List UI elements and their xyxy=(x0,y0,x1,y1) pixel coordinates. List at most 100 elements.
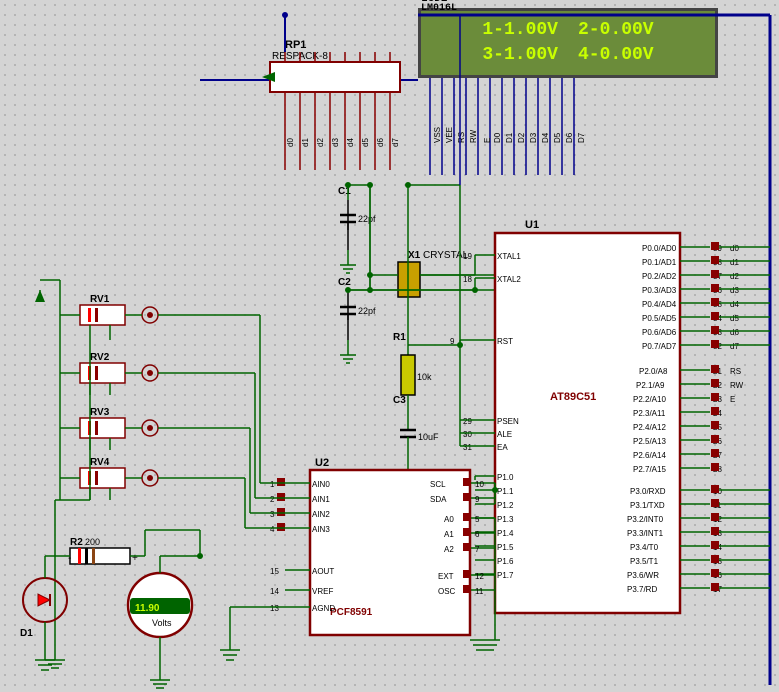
svg-text:P3.3/INT1: P3.3/INT1 xyxy=(627,529,664,538)
svg-text:3: 3 xyxy=(270,510,275,519)
svg-text:XTAL1: XTAL1 xyxy=(497,252,521,261)
svg-text:d6: d6 xyxy=(730,328,739,337)
svg-text:AIN2: AIN2 xyxy=(312,510,330,519)
svg-text:d4: d4 xyxy=(346,138,355,147)
svg-text:E: E xyxy=(730,395,735,404)
svg-text:P1.0: P1.0 xyxy=(497,473,514,482)
voltmeter-value: 11.90 xyxy=(135,603,160,614)
svg-text:d3: d3 xyxy=(331,138,340,147)
rv3-id: RV3 xyxy=(90,407,110,418)
svg-text:P3.7/RD: P3.7/RD xyxy=(627,585,657,594)
svg-text:6: 6 xyxy=(475,530,480,539)
u1-id: U1 xyxy=(525,219,539,231)
c2-value: 22pf xyxy=(358,306,376,316)
rp1-body xyxy=(270,62,400,92)
svg-text:d5: d5 xyxy=(361,138,370,147)
svg-text:P1.5: P1.5 xyxy=(497,543,514,552)
svg-text:XTAL2: XTAL2 xyxy=(497,275,521,284)
svg-text:RST: RST xyxy=(497,337,513,346)
svg-text:+: + xyxy=(132,553,138,564)
svg-text:E: E xyxy=(483,138,492,143)
svg-text:P1.6: P1.6 xyxy=(497,557,514,566)
svg-text:ALE: ALE xyxy=(497,430,512,439)
svg-text:AIN3: AIN3 xyxy=(312,525,330,534)
r2-value: 200 xyxy=(85,537,100,547)
rv4-id: RV4 xyxy=(90,457,110,468)
svg-text:AIN1: AIN1 xyxy=(312,495,330,504)
svg-text:d7: d7 xyxy=(730,342,739,351)
svg-text:P3.1/TXD: P3.1/TXD xyxy=(630,501,665,510)
svg-text:30: 30 xyxy=(463,430,472,439)
svg-text:d1: d1 xyxy=(301,138,310,147)
svg-text:d2: d2 xyxy=(316,138,325,147)
svg-text:A2: A2 xyxy=(444,545,454,554)
svg-text:d0: d0 xyxy=(730,244,739,253)
svg-text:P2.5/A13: P2.5/A13 xyxy=(633,437,666,446)
rv1-body xyxy=(80,305,125,325)
svg-text:OSC: OSC xyxy=(438,587,456,596)
svg-text:11: 11 xyxy=(475,587,484,596)
x1-label: CRYSTAL xyxy=(423,250,469,261)
svg-text:15: 15 xyxy=(270,567,279,576)
rv4-body xyxy=(80,468,125,488)
svg-text:AIN0: AIN0 xyxy=(312,480,330,489)
svg-text:P2.0/A8: P2.0/A8 xyxy=(639,367,668,376)
svg-text:9: 9 xyxy=(475,495,480,504)
rv3-body xyxy=(80,418,125,438)
svg-text:P0.1/AD1: P0.1/AD1 xyxy=(642,258,677,267)
rv2-id: RV2 xyxy=(90,352,110,363)
svg-text:d3: d3 xyxy=(730,286,739,295)
svg-text:d1: d1 xyxy=(730,258,739,267)
svg-text:RS: RS xyxy=(457,132,466,143)
svg-text:P2.1/A9: P2.1/A9 xyxy=(636,381,665,390)
c1-value: 22pf xyxy=(358,214,376,224)
svg-text:P0.0/AD0: P0.0/AD0 xyxy=(642,244,677,253)
svg-text:P2.4/A12: P2.4/A12 xyxy=(633,423,666,432)
svg-text:D2: D2 xyxy=(517,132,526,143)
svg-text:P1.7: P1.7 xyxy=(497,571,514,580)
svg-text:10: 10 xyxy=(475,480,484,489)
svg-text:P0.4/AD4: P0.4/AD4 xyxy=(642,300,677,309)
svg-text:18: 18 xyxy=(463,275,472,284)
r1-id: R1 xyxy=(393,332,406,343)
svg-text:D7: D7 xyxy=(577,132,586,143)
svg-text:P1.3: P1.3 xyxy=(497,515,514,524)
svg-text:14: 14 xyxy=(270,587,279,596)
schematic-svg: RP1 RESPACK-8 d0 d1 d2 d3 d4 d5 d6 d7 xyxy=(0,0,779,692)
x1-id: X1 xyxy=(408,250,421,261)
rv1-id: RV1 xyxy=(90,294,110,305)
voltmeter-unit: Volts xyxy=(152,618,172,628)
svg-text:7: 7 xyxy=(475,545,480,554)
d1-id: D1 xyxy=(20,628,33,639)
svg-text:d7: d7 xyxy=(391,138,400,147)
svg-text:PSEN: PSEN xyxy=(497,417,519,426)
svg-text:12: 12 xyxy=(475,572,484,581)
svg-text:P0.7/AD7: P0.7/AD7 xyxy=(642,342,677,351)
svg-text:P0.2/AD2: P0.2/AD2 xyxy=(642,272,677,281)
svg-text:2: 2 xyxy=(270,495,275,504)
svg-text:P0.6/AD6: P0.6/AD6 xyxy=(642,328,677,337)
svg-text:D5: D5 xyxy=(553,132,562,143)
svg-text:d4: d4 xyxy=(730,300,739,309)
svg-text:P2.2/A10: P2.2/A10 xyxy=(633,395,666,404)
svg-text:d5: d5 xyxy=(730,314,739,323)
svg-text:D0: D0 xyxy=(493,132,502,143)
crystal-body xyxy=(398,262,420,297)
svg-text:P3.6/WR: P3.6/WR xyxy=(627,571,659,580)
svg-text:31: 31 xyxy=(463,443,472,452)
svg-text:P3.5/T1: P3.5/T1 xyxy=(630,557,659,566)
svg-text:D4: D4 xyxy=(541,132,550,143)
svg-text:P2.7/A15: P2.7/A15 xyxy=(633,465,666,474)
svg-text:D6: D6 xyxy=(565,132,574,143)
u2-id: U2 xyxy=(315,457,329,469)
svg-text:P0.3/AD3: P0.3/AD3 xyxy=(642,286,677,295)
rv2-body xyxy=(80,363,125,383)
svg-text:VSS: VSS xyxy=(433,127,442,143)
svg-text:EA: EA xyxy=(497,443,508,452)
svg-text:d2: d2 xyxy=(730,272,739,281)
u1-chip-label: AT89C51 xyxy=(550,391,596,403)
svg-text:5: 5 xyxy=(475,515,480,524)
svg-text:13: 13 xyxy=(270,604,279,613)
svg-text:d6: d6 xyxy=(376,138,385,147)
svg-text:AOUT: AOUT xyxy=(312,567,334,576)
